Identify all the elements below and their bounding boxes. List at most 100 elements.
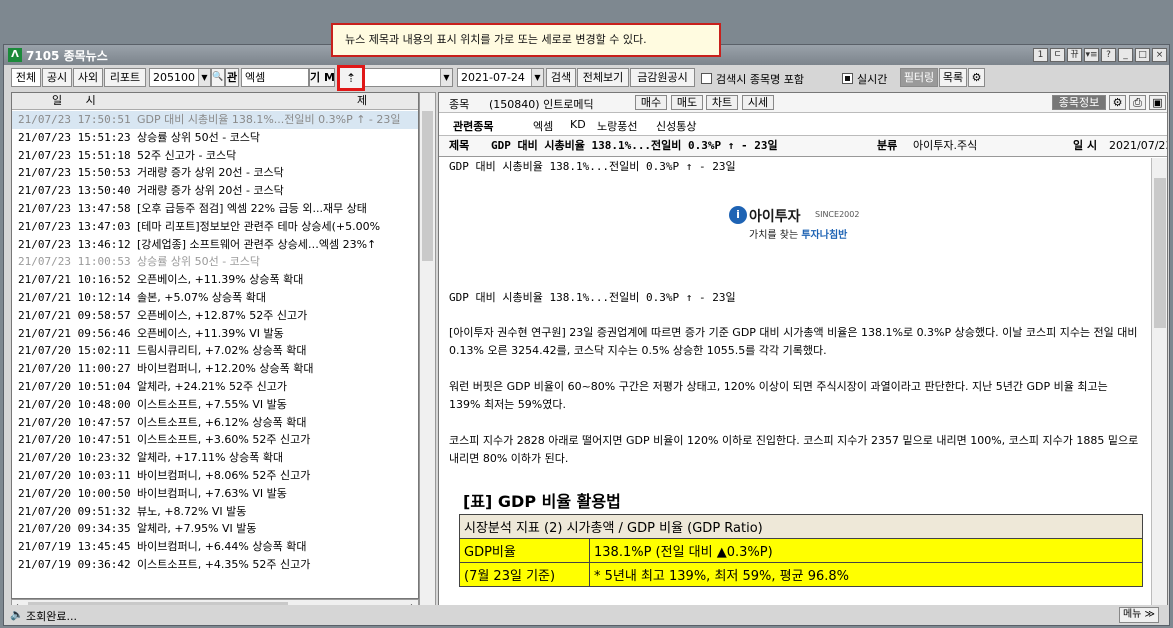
save-icon[interactable]: ▣	[1149, 95, 1166, 110]
print-icon[interactable]: ⎙	[1129, 95, 1146, 110]
tab-external[interactable]: 사외	[73, 68, 103, 87]
row-datetime: 21/07/20 10:51:04	[18, 379, 131, 393]
row-datetime: 21/07/19 09:36:42	[18, 557, 131, 571]
table-row[interactable]: 21/07/23 15:50:53 거래량 증가 상위 20선 - 코스닥	[12, 164, 418, 182]
table-row[interactable]: 21/07/21 09:56:46 오픈베이스, +11.39% VI 발동	[12, 325, 418, 343]
fss-disclosure-button[interactable]: 금감원공시	[630, 68, 695, 87]
news-list: 일 시 제 목 21/07/23 17:50:51 GDP 대비 시총비율 138…	[11, 92, 419, 599]
row-title: GDP 대비 시총비율 138.1%...전일비 0.3%P ↑ - 23일	[137, 113, 401, 126]
related-label: 관련종목	[453, 120, 494, 133]
window-title: 7105 종목뉴스	[26, 49, 108, 63]
include-name-checkbox[interactable]: 검색시 종목명 포함	[701, 71, 804, 87]
speaker-icon[interactable]: 🔈	[10, 608, 24, 621]
source-logo: i 아이투자 SINCE2002 가치를 찾는 투자나침반	[727, 206, 887, 246]
row-title: 바이브컴퍼니, +8.06% 52주 신고가	[137, 468, 311, 482]
stock-info-button[interactable]: 종목정보	[1052, 95, 1106, 110]
table-row[interactable]: 21/07/20 10:00:50 바이브컴퍼니, +7.63% VI 발동	[12, 485, 418, 503]
realtime-checkbox[interactable]: 실시간	[842, 71, 887, 87]
checkbox-checked[interactable]	[842, 73, 853, 84]
table-row[interactable]: 21/07/20 15:02:11 드림시큐리티, +7.02% 상승폭 확대	[12, 342, 418, 360]
scroll-thumb[interactable]	[1154, 178, 1166, 328]
stock-name-field[interactable]: 엑셈	[241, 68, 309, 87]
table-row[interactable]: 21/07/20 10:51:04 알체라, +24.21% 52주 신고가	[12, 378, 418, 396]
table-row[interactable]: 21/07/20 10:47:57 이스트소프트, +6.12% 상승폭 확대	[12, 414, 418, 432]
related-stock-link[interactable]: 엑셈	[533, 118, 553, 134]
table-row[interactable]: 21/07/20 09:51:32 뷰노, +8.72% VI 발동	[12, 503, 418, 521]
logo-slogan-a: 가치를 찾는	[749, 230, 802, 241]
scroll-thumb[interactable]	[422, 111, 433, 261]
screen-number-button[interactable]: 1	[1033, 48, 1048, 62]
table-row[interactable]: 21/07/23 15:51:18 52주 신고가 - 코스닥	[12, 147, 418, 165]
article-vertical-scrollbar[interactable]: ▾	[1151, 158, 1167, 614]
keyword-select[interactable]: ▼	[364, 68, 453, 87]
list-button[interactable]: 목록	[939, 68, 967, 87]
corr-button[interactable]: 관	[225, 68, 239, 87]
buy-button[interactable]: 매수	[635, 95, 667, 110]
datetime-label: 일 시	[1073, 139, 1098, 152]
table-row[interactable]: 21/07/23 11:00:53 상승률 상위 50선 - 코스닥	[12, 253, 418, 271]
stock-code-input[interactable]: 205100 ▼	[149, 68, 211, 87]
link-button[interactable]: ㄷ	[1050, 48, 1065, 62]
menu-button[interactable]: 메뉴 ≫	[1119, 607, 1159, 623]
row-datetime: 21/07/20 15:02:11	[18, 344, 131, 358]
search-button[interactable]: 검색	[546, 68, 576, 87]
close-button[interactable]: ×	[1152, 48, 1167, 62]
related-stock-link[interactable]: 노랑풍선	[597, 118, 637, 134]
table-row[interactable]: 21/07/19 13:45:45 바이브컴퍼니, +6.44% 상승폭 확대	[12, 538, 418, 556]
gear-icon[interactable]: ⚙	[968, 68, 985, 87]
related-stock-link[interactable]: 신성통상	[656, 118, 696, 134]
tab-disclosure[interactable]: 공시	[42, 68, 72, 87]
row-datetime: 21/07/21 09:58:57	[18, 308, 131, 322]
status-text: 조회완료...	[26, 610, 77, 623]
minimize-button[interactable]: _	[1118, 48, 1133, 62]
stock-info-row: 종목 (150840) 인트로메딕 매수 매도 차트 시세 종목정보 ⚙ ⎙ ▣	[439, 93, 1167, 113]
table-row[interactable]: 21/07/19 09:36:42 이스트소프트, +4.35% 52주 신고가	[12, 556, 418, 574]
table-row[interactable]: 21/07/20 09:34:35 알체라, +7.95% VI 발동	[12, 520, 418, 538]
table-row[interactable]: 21/07/23 13:50:40 거래량 증가 상위 20선 - 코스닥	[12, 182, 418, 200]
help-button[interactable]: ?	[1101, 48, 1116, 62]
checkbox-unchecked[interactable]	[701, 73, 712, 84]
row-datetime: 21/07/20 10:03:11	[18, 468, 131, 482]
table-row[interactable]: 21/07/20 10:48:00 이스트소프트, +7.55% VI 발동	[12, 396, 418, 414]
table-row[interactable]: 21/07/20 11:00:27 바이브컴퍼니, +12.20% 상승폭 확대	[12, 360, 418, 378]
table-row[interactable]: 21/07/21 10:12:14 솔본, +5.07% 상승폭 확대	[12, 289, 418, 307]
menu-list-button[interactable]: ▾≡	[1084, 48, 1099, 62]
table-row[interactable]: 21/07/23 15:51:23 상승률 상위 50선 - 코스닥	[12, 129, 418, 147]
chevron-down-icon[interactable]: ▼	[531, 69, 543, 86]
search-icon[interactable]: 🔍	[211, 68, 225, 87]
pin-button[interactable]: 뀨	[1067, 48, 1082, 62]
row-title: 알체라, +7.95% VI 발동	[137, 522, 257, 536]
table-row[interactable]: 21/07/23 13:47:58 [오후 급등주 점검] 엑셈 22% 급등 외…	[12, 200, 418, 218]
maximize-button[interactable]: □	[1135, 48, 1150, 62]
layout-toggle-button[interactable]: ⇡	[337, 65, 365, 91]
sell-button[interactable]: 매도	[671, 95, 703, 110]
row-title: 솔본, +5.07% 상승폭 확대	[137, 290, 266, 304]
row-title: 드림시큐리티, +7.02% 상승폭 확대	[137, 344, 307, 358]
list-vertical-scrollbar[interactable]	[419, 92, 436, 615]
filter-button[interactable]: 필터링	[900, 68, 938, 87]
table-row[interactable]: 21/07/23 13:47:03 [테마 리포트]정보보안 관련주 테마 상승세…	[12, 218, 418, 236]
row-datetime: 21/07/23 13:47:03	[18, 219, 131, 233]
related-stock-link[interactable]: KD	[570, 118, 586, 131]
gear-icon[interactable]: ⚙	[1109, 95, 1126, 110]
tab-all[interactable]: 전체	[11, 68, 41, 87]
tab-report[interactable]: 리포트	[104, 68, 146, 87]
view-all-button[interactable]: 전체보기	[577, 68, 629, 87]
chevron-down-icon[interactable]: ▼	[198, 69, 210, 86]
date-select[interactable]: 2021-07-24 ▼	[457, 68, 544, 87]
table-row[interactable]: 21/07/23 13:46:12 [강세업종] 소프트웨어 관련주 상승세…엑셈…	[12, 236, 418, 254]
table-row[interactable]: 21/07/20 10:03:11 바이브컴퍼니, +8.06% 52주 신고가	[12, 467, 418, 485]
table-row[interactable]: 21/07/21 10:16:52 오픈베이스, +11.39% 상승폭 확대	[12, 271, 418, 289]
table-row[interactable]: 21/07/23 17:50:51 GDP 대비 시총비율 138.1%...전일…	[12, 111, 418, 129]
date-column-header: 일 시	[52, 94, 106, 107]
chevron-down-icon[interactable]: ▼	[440, 69, 452, 86]
quote-button[interactable]: 시세	[742, 95, 774, 110]
table-row[interactable]: 21/07/20 10:23:32 알체라, +17.11% 상승폭 확대	[12, 449, 418, 467]
table-row[interactable]: 21/07/20 10:47:51 이스트소프트, +3.60% 52주 신고가	[12, 431, 418, 449]
article-header-row: 제목 GDP 대비 시총비율 138.1%...전일비 0.3%P ↑ - 23…	[439, 136, 1167, 157]
filter-mode-button[interactable]: 기 M	[309, 68, 335, 87]
table-row[interactable]: 21/07/21 09:58:57 오픈베이스, +12.87% 52주 신고가	[12, 307, 418, 325]
chart-button[interactable]: 차트	[706, 95, 738, 110]
date-value: 2021-07-24	[461, 71, 525, 84]
row-title: 오픈베이스, +12.87% 52주 신고가	[137, 308, 308, 322]
